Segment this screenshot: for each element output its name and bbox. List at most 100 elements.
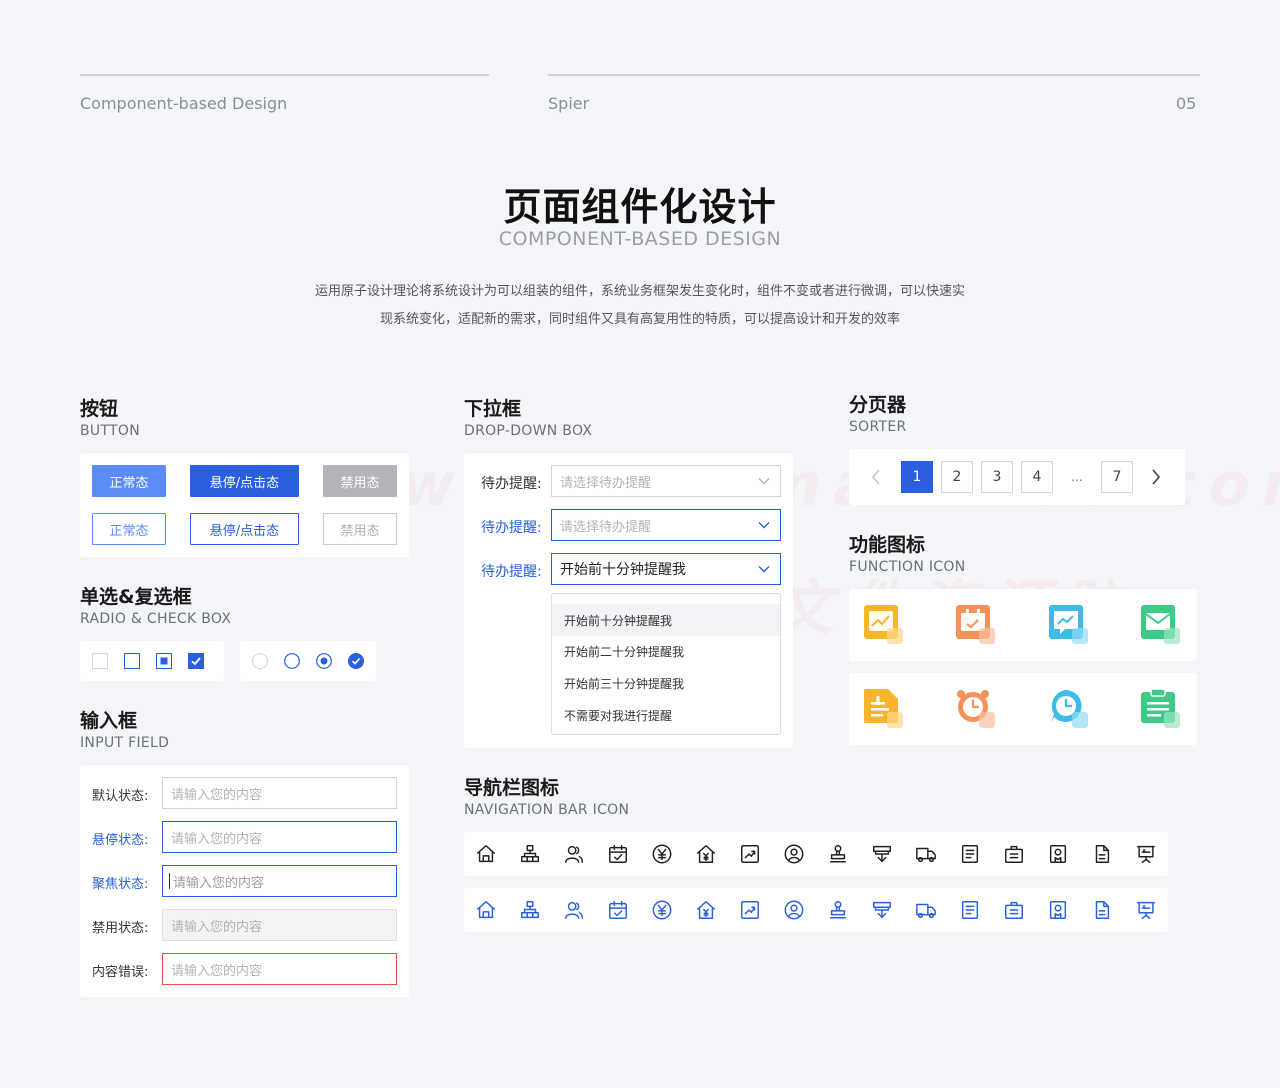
nav-icon-section-title: 导航栏图标 [464,777,560,799]
home-icon[interactable] [475,899,497,921]
page-subtitle: COMPONENT-BASED DESIGN [498,228,782,250]
radio-unchecked[interactable] [284,653,300,669]
truck-icon[interactable] [915,843,937,865]
file-icon[interactable] [1091,843,1113,865]
dropdown-option[interactable]: 开始前三十分钟提醒我 [552,667,780,699]
truck-icon[interactable] [915,899,937,921]
normal-outline-button[interactable]: 正常态 [92,513,166,545]
presentation-icon[interactable] [1135,899,1157,921]
note-add-icon [864,689,903,728]
header-rule-left [80,74,489,76]
shop-icon[interactable] [871,899,893,921]
radio-disabled [252,653,268,669]
building-icon[interactable] [695,899,717,921]
clipboard-icon [1141,688,1180,728]
radio-section-title: 单选&复选框 [80,586,192,608]
dropdown-option[interactable]: 开始前十分钟提醒我 [552,604,780,636]
user-circle-icon[interactable] [783,899,805,921]
normal-button[interactable]: 正常态 [92,465,166,497]
sorter-section-title: 分页器 [849,394,907,416]
home-icon[interactable] [475,843,497,865]
dropdown-option[interactable]: 开始前二十分钟提醒我 [552,635,780,667]
page-number: 05 [1176,94,1197,113]
radio-section-subtitle: RADIO & CHECK BOX [80,611,232,627]
stamp-icon[interactable] [827,843,849,865]
checkbox-disabled [92,653,108,669]
org-chart-icon[interactable] [519,899,541,921]
trend-icon[interactable] [739,843,761,865]
focus-input-placeholder: 请输入您的内容 [173,875,265,891]
header-mid-label: Spier [548,94,590,113]
page-button-1[interactable]: 1 [901,461,933,493]
doc-list-icon[interactable] [959,843,981,865]
chevron-down-icon [758,566,770,573]
presentation-icon[interactable] [1135,843,1157,865]
dropdown-open-label: 待办提醒: [481,564,542,580]
radio-selected[interactable] [316,653,332,669]
stamp-icon[interactable] [827,899,849,921]
default-state-label: 默认状态: [92,789,149,804]
dropdown-default-label: 待办提醒: [481,476,542,492]
pagination-card: 1 2 3 4 ... 7 [849,449,1185,505]
prev-page-icon[interactable] [871,469,881,485]
building-icon[interactable] [695,843,717,865]
user-circle-icon[interactable] [783,843,805,865]
disabled-state-label: 禁用状态: [92,921,149,936]
org-chart-icon[interactable] [519,843,541,865]
function-icon-section-title: 功能图标 [849,534,926,556]
calendar-icon[interactable] [607,899,629,921]
page-button-4[interactable]: 4 [1021,461,1053,493]
dropdown-hover-label: 待办提醒: [481,520,542,536]
nav-icon-section-subtitle: NAVIGATION BAR ICON [464,802,630,818]
checkbox-checked[interactable] [188,653,204,669]
description-line-2: 现系统变化，适配新的需求，同时组件又具有高复用性的特质，可以提高设计和开发的效率 [379,312,900,327]
page-button-2[interactable]: 2 [941,461,973,493]
briefcase-icon[interactable] [1003,899,1025,921]
dropdown-section-subtitle: DROP-DOWN BOX [464,423,593,439]
dropdown-section-title: 下拉框 [464,398,522,420]
yen-icon[interactable] [651,843,673,865]
users-icon[interactable] [563,899,585,921]
dropdown-menu: 开始前十分钟提醒我 开始前二十分钟提醒我 开始前三十分钟提醒我 不需要对我进行提… [551,593,781,735]
input-card: 默认状态: 请输入您的内容 悬停状态: 请输入您的内容 聚焦状态: 请输入您的内… [80,765,409,997]
users-icon[interactable] [563,843,585,865]
nav-icon-row-dark [464,832,1168,876]
dropdown-default[interactable]: 请选择待办提醒 [551,465,781,497]
yen-icon[interactable] [651,899,673,921]
button-section-subtitle: BUTTON [80,423,141,439]
error-input[interactable]: 请输入您的内容 [162,953,397,985]
default-input[interactable]: 请输入您的内容 [162,777,397,809]
calendar-icon[interactable] [607,843,629,865]
focus-input[interactable]: 请输入您的内容 [162,865,397,897]
badge-icon[interactable] [1047,899,1069,921]
page-ellipsis: ... [1071,470,1083,484]
next-page-icon[interactable] [1151,469,1161,485]
input-section-title: 输入框 [80,710,138,732]
dropdown-hover[interactable]: 请选择待办提醒 [551,509,781,541]
description-line-1: 运用原子设计理论将系统设计为可以组装的组件，系统业务框架发生变化时，组件不变或者… [314,284,965,299]
badge-icon[interactable] [1047,843,1069,865]
focus-state-label: 聚焦状态: [92,877,149,892]
doc-list-icon[interactable] [959,899,981,921]
input-section-subtitle: INPUT FIELD [80,735,170,751]
radio-checked[interactable] [348,653,364,669]
dropdown-open[interactable]: 开始前十分钟提醒我 [551,553,781,585]
page-button-3[interactable]: 3 [981,461,1013,493]
chevron-down-icon [758,478,770,485]
dropdown-selected-value: 开始前十分钟提醒我 [560,562,686,578]
dropdown-option[interactable]: 不需要对我进行提醒 [552,699,780,731]
trend-icon[interactable] [739,899,761,921]
page-description: 运用原子设计理论将系统设计为可以组装的组件，系统业务框架发生变化时，组件不变或者… [240,278,1040,334]
function-icon-card-1 [849,589,1197,661]
alarm-clock-icon [957,690,995,728]
file-icon[interactable] [1091,899,1113,921]
hover-input[interactable]: 请输入您的内容 [162,821,397,853]
page-button-7[interactable]: 7 [1101,461,1133,493]
shop-icon[interactable] [871,843,893,865]
briefcase-icon[interactable] [1003,843,1025,865]
checkbox-unchecked[interactable] [124,653,140,669]
checkbox-indeterminate[interactable] [156,653,172,669]
hover-button[interactable]: 悬停/点击态 [190,465,299,497]
checkbox-card [80,641,224,681]
hover-outline-button[interactable]: 悬停/点击态 [190,513,299,545]
